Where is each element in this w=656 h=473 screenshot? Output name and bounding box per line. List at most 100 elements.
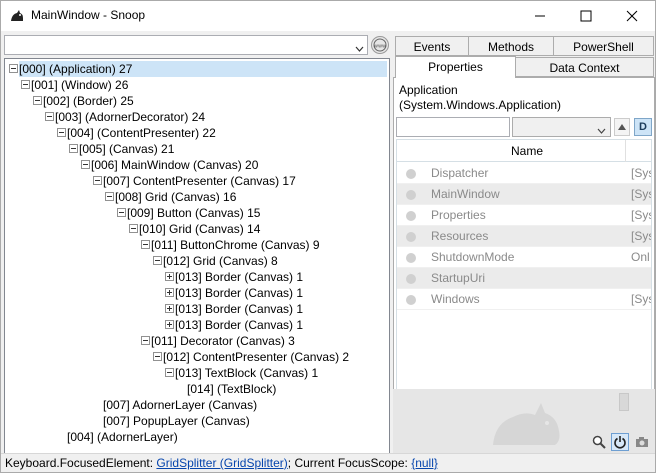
expand-icon[interactable] <box>165 304 174 313</box>
window-title: MainWindow - Snoop <box>31 8 146 22</box>
tree-node[interactable]: [011] ButtonChrome (Canvas) 9 <box>151 237 320 253</box>
property-value[interactable]: [Sys <box>631 289 651 310</box>
tree-node[interactable]: [002] (Border) 25 <box>43 93 134 109</box>
property-filter-combo[interactable] <box>512 117 611 137</box>
collapse-icon[interactable] <box>141 336 150 345</box>
camera-icon[interactable] <box>633 433 651 451</box>
property-grid[interactable]: Name Dispatcher[SysMainWindow[SysPropert… <box>396 139 652 417</box>
property-value[interactable]: [Sys <box>631 226 651 247</box>
collapse-icon[interactable] <box>93 176 102 185</box>
expand-icon[interactable] <box>165 272 174 281</box>
collapse-icon[interactable] <box>105 192 114 201</box>
chevron-down-icon <box>355 41 364 55</box>
property-marker-icon <box>406 190 416 200</box>
tree-node[interactable]: [005] (Canvas) 21 <box>79 141 174 157</box>
tree-node[interactable]: [008] Grid (Canvas) 16 <box>115 189 236 205</box>
status-prefix: Keyboard.FocusedElement: <box>5 456 157 470</box>
tree-node[interactable]: [010] Grid (Canvas) 14 <box>139 221 260 237</box>
tree-node[interactable]: [013] Border (Canvas) 1 <box>175 317 303 333</box>
tab-events[interactable]: Events <box>395 36 469 56</box>
tree-node[interactable]: [012] Grid (Canvas) 8 <box>163 253 278 269</box>
tab-properties[interactable]: Properties <box>395 56 516 78</box>
tree-node[interactable]: [000] (Application) 27 <box>19 61 387 77</box>
collapse-icon[interactable] <box>165 368 174 377</box>
collapse-icon[interactable] <box>45 112 54 121</box>
expand-icon[interactable] <box>165 288 174 297</box>
sort-up-button[interactable] <box>614 118 630 136</box>
property-row[interactable]: ShutdownMode Onl <box>397 247 651 268</box>
tree-node[interactable]: [013] TextBlock (Canvas) 1 <box>175 365 318 381</box>
expand-icon[interactable] <box>165 320 174 329</box>
tree-node[interactable]: [013] Border (Canvas) 1 <box>175 269 303 285</box>
main-window: MainWindow - Snoop www [000] (Applicatio… <box>0 0 656 473</box>
collapse-icon[interactable] <box>9 64 18 73</box>
minimize-button[interactable] <box>517 1 563 31</box>
status-bar: Keyboard.FocusedElement: GridSplitter (G… <box>1 453 655 472</box>
tree-node[interactable]: [003] (AdornerDecorator) 24 <box>55 109 205 125</box>
tree-node[interactable]: [013] Border (Canvas) 1 <box>175 301 303 317</box>
property-row[interactable]: Properties [Sys <box>397 205 651 226</box>
property-name: Windows <box>431 292 480 306</box>
title-bar[interactable]: MainWindow - Snoop <box>1 1 655 31</box>
column-header-name[interactable]: Name <box>511 144 543 158</box>
property-name: MainWindow <box>431 187 500 201</box>
property-row[interactable]: Windows [Sys <box>397 289 651 310</box>
property-marker-icon <box>406 253 416 263</box>
preview-area <box>393 389 655 453</box>
focus-scope-link[interactable]: {null} <box>411 456 438 470</box>
maximize-button[interactable] <box>563 1 609 31</box>
property-row[interactable]: MainWindow [Sys <box>397 184 651 205</box>
collapse-icon[interactable] <box>33 96 42 105</box>
defaults-toggle-button[interactable]: D <box>634 118 652 136</box>
magnify-icon[interactable] <box>590 433 608 451</box>
zoom-slider-thumb[interactable] <box>619 393 629 411</box>
property-name: Resources <box>431 229 489 243</box>
tree-node[interactable]: [001] (Window) 26 <box>31 77 128 93</box>
collapse-icon[interactable] <box>69 144 78 153</box>
collapse-icon[interactable] <box>153 352 162 361</box>
property-row[interactable]: StartupUri <box>397 268 651 289</box>
tree-node[interactable]: [012] ContentPresenter (Canvas) 2 <box>163 349 349 365</box>
property-filter-input[interactable] <box>396 117 510 137</box>
property-row[interactable]: Resources [Sys <box>397 226 651 247</box>
tree-node[interactable]: [013] Border (Canvas) 1 <box>175 285 303 301</box>
tree-filter-combo[interactable] <box>4 35 368 55</box>
collapse-icon[interactable] <box>117 208 126 217</box>
tab-data-context[interactable]: Data Context <box>515 57 654 77</box>
tree-node[interactable]: [004] (AdornerLayer) <box>67 429 178 445</box>
column-divider[interactable] <box>625 140 626 162</box>
property-row[interactable]: Dispatcher [Sys <box>397 163 651 184</box>
tree-node[interactable]: [014] (TextBlock) <box>187 381 276 397</box>
tree-node[interactable]: [009] Button (Canvas) 15 <box>127 205 260 221</box>
tree-node[interactable]: [007] ContentPresenter (Canvas) 17 <box>103 173 296 189</box>
collapse-icon[interactable] <box>81 160 90 169</box>
tab-powershell[interactable]: PowerShell <box>553 36 654 56</box>
object-type-line: (System.Windows.Application) <box>399 98 562 112</box>
close-button[interactable] <box>609 1 655 31</box>
www-icon[interactable]: www <box>371 36 389 54</box>
properties-tab-content: Application (System.Windows.Application)… <box>393 77 655 421</box>
property-value[interactable]: [Sys <box>631 163 651 184</box>
collapse-icon[interactable] <box>21 80 30 89</box>
property-name: StartupUri <box>431 271 486 285</box>
property-marker-icon <box>406 232 416 242</box>
property-name: Properties <box>431 208 486 222</box>
power-icon[interactable] <box>611 433 629 451</box>
tree-node[interactable]: [007] PopupLayer (Canvas) <box>103 413 250 429</box>
visual-tree[interactable]: [000] (Application) 27 [001] (Window) 26[… <box>4 58 390 454</box>
property-value[interactable]: [Sys <box>631 184 651 205</box>
tree-node[interactable]: [006] MainWindow (Canvas) 20 <box>91 157 258 173</box>
collapse-icon[interactable] <box>141 240 150 249</box>
tree-node[interactable]: [011] Decorator (Canvas) 3 <box>151 333 295 349</box>
collapse-icon[interactable] <box>129 224 138 233</box>
collapse-icon[interactable] <box>57 128 66 137</box>
focused-element-link[interactable]: GridSplitter (GridSplitter) <box>156 456 287 470</box>
property-value[interactable]: Onl <box>631 247 650 268</box>
tree-node[interactable]: [004] (ContentPresenter) 22 <box>67 125 216 141</box>
property-value[interactable]: [Sys <box>631 205 651 226</box>
tree-node[interactable]: [007] AdornerLayer (Canvas) <box>103 397 257 413</box>
property-marker-icon <box>406 295 416 305</box>
property-marker-icon <box>406 274 416 284</box>
tab-methods[interactable]: Methods <box>468 36 554 56</box>
collapse-icon[interactable] <box>153 256 162 265</box>
